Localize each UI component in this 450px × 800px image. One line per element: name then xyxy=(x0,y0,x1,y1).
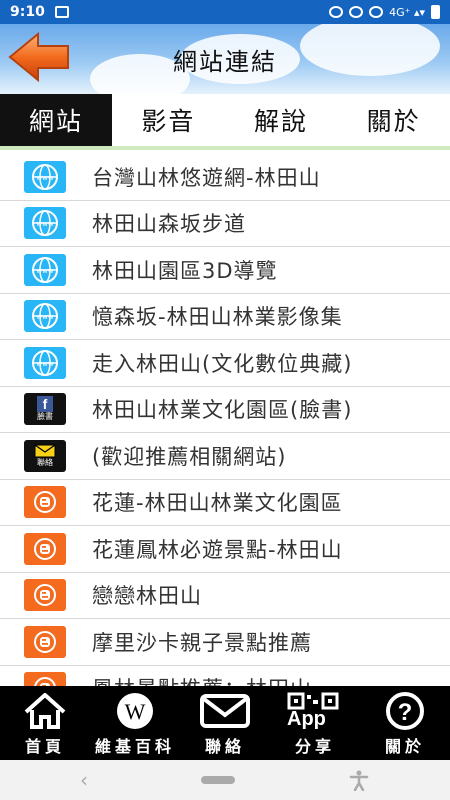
tab-guide[interactable]: 解說 xyxy=(225,94,338,146)
system-back-icon[interactable]: ‹ xyxy=(80,768,88,792)
list-item[interactable]: www 林田山森坂步道 xyxy=(0,201,450,247)
mail-icon xyxy=(200,694,250,728)
globe-icon: www xyxy=(24,160,66,193)
blogger-icon xyxy=(24,532,66,565)
wikipedia-icon: W xyxy=(117,693,153,729)
nav-contact-button[interactable]: 聯絡 xyxy=(180,686,270,760)
list-item[interactable]: www 走入林田山(文化數位典藏) xyxy=(0,340,450,387)
list-item[interactable]: 鳳林景點推薦：林田山 xyxy=(0,666,450,686)
blogger-icon xyxy=(24,672,66,686)
globe-icon: www xyxy=(24,207,66,240)
svg-text:www: www xyxy=(36,313,53,321)
tab-bar: 網站 影音 解說 關於 xyxy=(0,94,450,150)
app-root: 9:10 4G⁺ ▴▾ 網站連結 網站 影音 解說 關於 www 台灣山林悠遊網… xyxy=(0,0,450,800)
tab-about[interactable]: 關於 xyxy=(337,94,450,146)
globe-icon: www xyxy=(24,253,66,286)
location-icon xyxy=(349,6,364,18)
status-left-icons xyxy=(54,6,69,18)
qr-app-text: App xyxy=(287,708,326,730)
notification-icon xyxy=(54,6,69,18)
svg-text:www: www xyxy=(36,174,53,182)
help-icon: ? xyxy=(386,692,424,730)
tab-websites[interactable]: 網站 xyxy=(0,94,112,146)
nav-about-button[interactable]: ? 關於 xyxy=(360,686,450,760)
svg-text:www: www xyxy=(36,360,53,368)
list-item[interactable]: www 台灣山林悠遊網-林田山 xyxy=(0,154,450,201)
page-title: 網站連結 xyxy=(173,48,277,76)
list-item[interactable]: 摩里沙卡親子景點推薦 xyxy=(0,619,450,666)
list-item[interactable]: 花蓮-林田山林業文化園區 xyxy=(0,480,450,526)
link-label: 林田山林業文化園區(臉書) xyxy=(92,398,353,423)
link-label: 摩里沙卡親子景點推薦 xyxy=(92,630,312,655)
nav-wikipedia-label: 維基百科 xyxy=(94,737,175,756)
link-label: (歡迎推薦相關網站) xyxy=(92,444,287,469)
blogger-icon xyxy=(24,625,66,658)
link-label: 花蓮-林田山林業文化園區 xyxy=(92,491,343,516)
link-label: 花蓮鳳林必遊景點-林田山 xyxy=(92,537,343,562)
globe-icon: www xyxy=(24,300,66,333)
header: 網站連結 xyxy=(0,24,450,94)
battery-icon xyxy=(431,5,440,19)
list-item[interactable]: 聯絡 (歡迎推薦相關網站) xyxy=(0,433,450,480)
home-icon xyxy=(24,693,66,729)
svg-text:www: www xyxy=(36,267,53,275)
globe-icon: www xyxy=(24,346,66,379)
qr-app-icon: App xyxy=(285,692,345,730)
bottom-nav: 首頁 W 維基百科 聯絡 App 分享 ? 關於 xyxy=(0,686,450,760)
network-indicator: 4G⁺ ▴▾ xyxy=(389,5,425,19)
list-item[interactable]: 花蓮鳳林必遊景點-林田山 xyxy=(0,526,450,573)
blogger-icon xyxy=(24,486,66,519)
list-item[interactable]: 戀戀林田山 xyxy=(0,573,450,619)
link-label: 台灣山林悠遊網-林田山 xyxy=(92,165,321,190)
link-label: 林田山園區3D導覽 xyxy=(92,258,278,283)
status-bar: 9:10 4G⁺ ▴▾ xyxy=(0,0,450,24)
svg-text:W: W xyxy=(125,699,146,724)
tab-media[interactable]: 影音 xyxy=(112,94,225,146)
facebook-icon-text: 臉書 xyxy=(37,412,53,422)
mail-icon: 聯絡 xyxy=(24,439,66,472)
nav-share-label: 分享 xyxy=(294,737,335,756)
nav-share-button[interactable]: App 分享 xyxy=(270,686,360,760)
link-label: 憶森坂-林田山林業影像集 xyxy=(92,305,343,330)
status-right-icons: 4G⁺ ▴▾ xyxy=(329,5,440,19)
link-label: 林田山森坂步道 xyxy=(92,212,246,237)
link-label: 戀戀林田山 xyxy=(92,584,202,609)
nav-contact-label: 聯絡 xyxy=(204,737,245,756)
system-nav-bar: ‹ xyxy=(0,760,450,800)
nav-home-button[interactable]: 首頁 xyxy=(0,686,90,760)
svg-text:www: www xyxy=(36,220,53,228)
list-item[interactable]: www 林田山園區3D導覽 xyxy=(0,247,450,294)
blogger-icon xyxy=(24,579,66,612)
link-list: www 台灣山林悠遊網-林田山 www 林田山森坂步道 www 林田山園區3D導… xyxy=(0,154,450,686)
svg-text:?: ? xyxy=(398,699,413,726)
nav-about-label: 關於 xyxy=(384,737,425,756)
mail-icon-text: 聯絡 xyxy=(37,457,53,467)
system-home-pill[interactable] xyxy=(201,776,235,784)
status-time: 9:10 xyxy=(10,4,45,20)
list-item[interactable]: www 憶森坂-林田山林業影像集 xyxy=(0,294,450,340)
link-label: 鳳林景點推薦：林田山 xyxy=(92,673,312,686)
nav-wikipedia-button[interactable]: W 維基百科 xyxy=(90,686,180,760)
alarm-icon xyxy=(329,6,344,18)
facebook-icon: f 臉書 xyxy=(24,393,66,426)
wifi-icon xyxy=(369,6,384,18)
accessibility-icon[interactable] xyxy=(348,769,370,791)
link-label: 走入林田山(文化數位典藏) xyxy=(92,351,353,376)
list-item[interactable]: f 臉書 林田山林業文化園區(臉書) xyxy=(0,387,450,433)
nav-home-label: 首頁 xyxy=(24,737,65,756)
